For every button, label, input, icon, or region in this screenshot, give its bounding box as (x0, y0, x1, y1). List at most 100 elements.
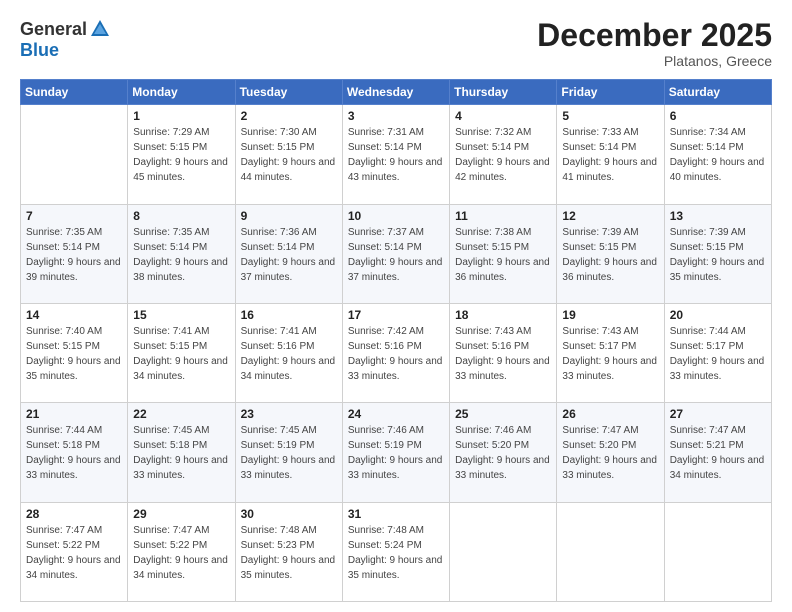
calendar-week-1: 1 Sunrise: 7:29 AM Sunset: 5:15 PM Dayli… (21, 105, 772, 204)
daylight-text: Daylight: 9 hours and 42 minutes. (455, 157, 550, 183)
logo: General Blue (20, 18, 111, 61)
sunset-text: Sunset: 5:20 PM (562, 440, 636, 451)
day-number: 25 (455, 407, 551, 421)
daylight-text: Daylight: 9 hours and 38 minutes. (133, 257, 228, 283)
day-info: Sunrise: 7:33 AM Sunset: 5:14 PM Dayligh… (562, 125, 658, 185)
calendar-cell-w3-d3: 16 Sunrise: 7:41 AM Sunset: 5:16 PM Dayl… (235, 303, 342, 402)
daylight-text: Daylight: 9 hours and 33 minutes. (455, 455, 550, 481)
calendar-cell-w4-d6: 26 Sunrise: 7:47 AM Sunset: 5:20 PM Dayl… (557, 403, 664, 502)
sunset-text: Sunset: 5:16 PM (455, 341, 529, 352)
day-info: Sunrise: 7:45 AM Sunset: 5:18 PM Dayligh… (133, 423, 229, 483)
sunrise-text: Sunrise: 7:39 AM (562, 227, 638, 238)
daylight-text: Daylight: 9 hours and 33 minutes. (562, 455, 657, 481)
day-info: Sunrise: 7:39 AM Sunset: 5:15 PM Dayligh… (562, 225, 658, 285)
day-info: Sunrise: 7:32 AM Sunset: 5:14 PM Dayligh… (455, 125, 551, 185)
sunset-text: Sunset: 5:22 PM (26, 540, 100, 551)
calendar-cell-w4-d5: 25 Sunrise: 7:46 AM Sunset: 5:20 PM Dayl… (450, 403, 557, 502)
daylight-text: Daylight: 9 hours and 36 minutes. (562, 257, 657, 283)
day-info: Sunrise: 7:45 AM Sunset: 5:19 PM Dayligh… (241, 423, 337, 483)
calendar-cell-w4-d3: 23 Sunrise: 7:45 AM Sunset: 5:19 PM Dayl… (235, 403, 342, 502)
sunset-text: Sunset: 5:14 PM (562, 142, 636, 153)
day-info: Sunrise: 7:41 AM Sunset: 5:15 PM Dayligh… (133, 324, 229, 384)
daylight-text: Daylight: 9 hours and 33 minutes. (26, 455, 121, 481)
day-number: 24 (348, 407, 444, 421)
logo-blue-text: Blue (20, 40, 59, 61)
sunrise-text: Sunrise: 7:44 AM (26, 425, 102, 436)
sunrise-text: Sunrise: 7:48 AM (348, 525, 424, 536)
calendar-cell-w4-d2: 22 Sunrise: 7:45 AM Sunset: 5:18 PM Dayl… (128, 403, 235, 502)
day-info: Sunrise: 7:43 AM Sunset: 5:16 PM Dayligh… (455, 324, 551, 384)
day-info: Sunrise: 7:43 AM Sunset: 5:17 PM Dayligh… (562, 324, 658, 384)
day-info: Sunrise: 7:44 AM Sunset: 5:17 PM Dayligh… (670, 324, 766, 384)
calendar-cell-w4-d4: 24 Sunrise: 7:46 AM Sunset: 5:19 PM Dayl… (342, 403, 449, 502)
day-info: Sunrise: 7:47 AM Sunset: 5:22 PM Dayligh… (26, 523, 122, 583)
day-number: 31 (348, 507, 444, 521)
daylight-text: Daylight: 9 hours and 35 minutes. (241, 555, 336, 581)
sunset-text: Sunset: 5:14 PM (348, 142, 422, 153)
day-number: 21 (26, 407, 122, 421)
sunrise-text: Sunrise: 7:32 AM (455, 127, 531, 138)
sunset-text: Sunset: 5:15 PM (241, 142, 315, 153)
logo-icon (89, 18, 111, 40)
sunrise-text: Sunrise: 7:47 AM (670, 425, 746, 436)
day-number: 5 (562, 109, 658, 123)
calendar-cell-w3-d4: 17 Sunrise: 7:42 AM Sunset: 5:16 PM Dayl… (342, 303, 449, 402)
daylight-text: Daylight: 9 hours and 40 minutes. (670, 157, 765, 183)
sunset-text: Sunset: 5:15 PM (133, 341, 207, 352)
sunrise-text: Sunrise: 7:39 AM (670, 227, 746, 238)
day-number: 20 (670, 308, 766, 322)
day-number: 23 (241, 407, 337, 421)
sunset-text: Sunset: 5:17 PM (562, 341, 636, 352)
calendar-cell-w1-d4: 3 Sunrise: 7:31 AM Sunset: 5:14 PM Dayli… (342, 105, 449, 204)
sunset-text: Sunset: 5:14 PM (133, 242, 207, 253)
calendar-cell-w4-d7: 27 Sunrise: 7:47 AM Sunset: 5:21 PM Dayl… (664, 403, 771, 502)
calendar-week-4: 21 Sunrise: 7:44 AM Sunset: 5:18 PM Dayl… (21, 403, 772, 502)
day-number: 17 (348, 308, 444, 322)
sunrise-text: Sunrise: 7:33 AM (562, 127, 638, 138)
calendar-cell-w5-d4: 31 Sunrise: 7:48 AM Sunset: 5:24 PM Dayl… (342, 502, 449, 601)
month-title: December 2025 (537, 18, 772, 53)
day-number: 11 (455, 209, 551, 223)
sunrise-text: Sunrise: 7:43 AM (562, 326, 638, 337)
sunrise-text: Sunrise: 7:30 AM (241, 127, 317, 138)
daylight-text: Daylight: 9 hours and 33 minutes. (670, 356, 765, 382)
day-number: 6 (670, 109, 766, 123)
sunrise-text: Sunrise: 7:35 AM (133, 227, 209, 238)
daylight-text: Daylight: 9 hours and 34 minutes. (26, 555, 121, 581)
calendar-cell-w1-d3: 2 Sunrise: 7:30 AM Sunset: 5:15 PM Dayli… (235, 105, 342, 204)
day-number: 19 (562, 308, 658, 322)
sunrise-text: Sunrise: 7:47 AM (562, 425, 638, 436)
calendar-cell-w2-d2: 8 Sunrise: 7:35 AM Sunset: 5:14 PM Dayli… (128, 204, 235, 303)
calendar-cell-w5-d5 (450, 502, 557, 601)
daylight-text: Daylight: 9 hours and 45 minutes. (133, 157, 228, 183)
day-number: 26 (562, 407, 658, 421)
daylight-text: Daylight: 9 hours and 41 minutes. (562, 157, 657, 183)
daylight-text: Daylight: 9 hours and 34 minutes. (241, 356, 336, 382)
daylight-text: Daylight: 9 hours and 34 minutes. (133, 555, 228, 581)
sunrise-text: Sunrise: 7:45 AM (133, 425, 209, 436)
day-info: Sunrise: 7:44 AM Sunset: 5:18 PM Dayligh… (26, 423, 122, 483)
day-number: 27 (670, 407, 766, 421)
header-tuesday: Tuesday (235, 80, 342, 105)
sunrise-text: Sunrise: 7:47 AM (133, 525, 209, 536)
daylight-text: Daylight: 9 hours and 33 minutes. (348, 455, 443, 481)
sunrise-text: Sunrise: 7:43 AM (455, 326, 531, 337)
sunrise-text: Sunrise: 7:48 AM (241, 525, 317, 536)
daylight-text: Daylight: 9 hours and 33 minutes. (241, 455, 336, 481)
day-number: 13 (670, 209, 766, 223)
calendar-cell-w5-d7 (664, 502, 771, 601)
header-wednesday: Wednesday (342, 80, 449, 105)
calendar-cell-w3-d1: 14 Sunrise: 7:40 AM Sunset: 5:15 PM Dayl… (21, 303, 128, 402)
day-number: 30 (241, 507, 337, 521)
day-number: 7 (26, 209, 122, 223)
day-number: 15 (133, 308, 229, 322)
sunset-text: Sunset: 5:14 PM (670, 142, 744, 153)
sunset-text: Sunset: 5:14 PM (26, 242, 100, 253)
daylight-text: Daylight: 9 hours and 33 minutes. (348, 356, 443, 382)
sunset-text: Sunset: 5:16 PM (241, 341, 315, 352)
sunrise-text: Sunrise: 7:38 AM (455, 227, 531, 238)
day-number: 4 (455, 109, 551, 123)
sunrise-text: Sunrise: 7:44 AM (670, 326, 746, 337)
daylight-text: Daylight: 9 hours and 43 minutes. (348, 157, 443, 183)
sunrise-text: Sunrise: 7:31 AM (348, 127, 424, 138)
